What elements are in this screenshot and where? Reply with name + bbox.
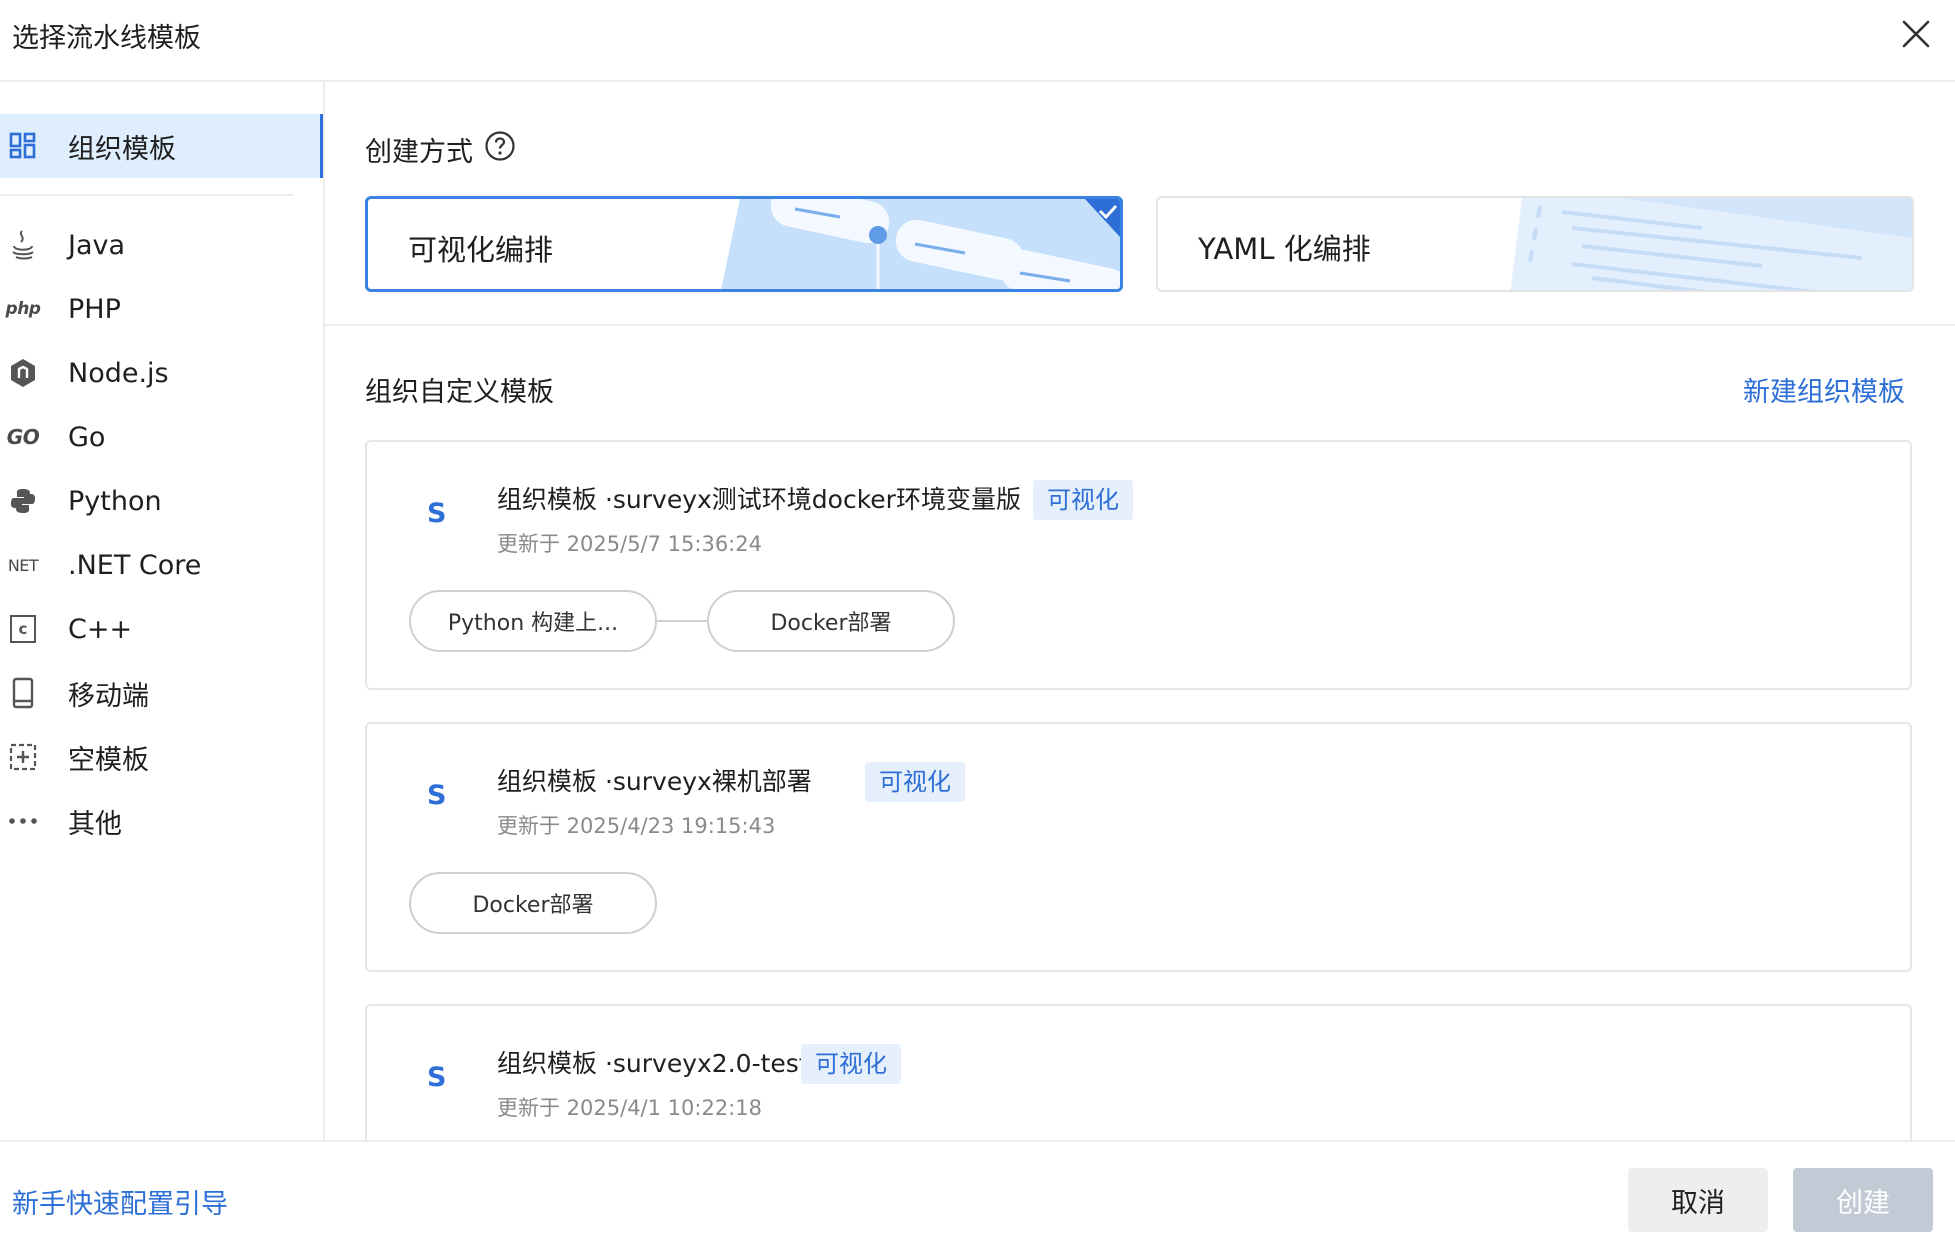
sidebar-item-cpp[interactable]: c C++ [0, 597, 323, 661]
template-name: 组织模板 ·surveyx裸机部署 [497, 767, 812, 796]
template-card[interactable]: S 组织模板 ·surveyx2.0-test 可视化 更新于 2025/4/1… [365, 1004, 1912, 1140]
close-icon[interactable] [1898, 16, 1934, 52]
sidebar-item-label: Node.js [68, 357, 169, 389]
grid-icon [6, 129, 40, 163]
creation-method-label: 创建方式 [365, 137, 473, 168]
sidebar-item-org-template[interactable]: 组织模板 [0, 114, 323, 178]
main-content: 创建方式 可视化编排 YAML 化编排 组织自定义模板 新建组织模板 S 组织模… [325, 82, 1955, 1140]
custom-templates-label: 组织自定义模板 [365, 377, 554, 408]
sidebar-item-nodejs[interactable]: Node.js [0, 341, 323, 405]
sidebar-item-empty-template[interactable]: 空模板 [0, 725, 323, 789]
template-logo: S [427, 498, 447, 529]
java-icon [6, 228, 40, 262]
new-org-template-link[interactable]: 新建组织模板 [1743, 370, 1905, 409]
pipeline-stage: Python 构建上... [409, 590, 657, 652]
dialog-header: 选择流水线模板 [0, 0, 1955, 82]
cpp-icon: c [6, 612, 40, 646]
dialog-title: 选择流水线模板 [12, 23, 201, 54]
python-icon [6, 484, 40, 518]
sidebar-item-mobile[interactable]: 移动端 [0, 661, 323, 725]
sidebar-item-label: PHP [68, 293, 121, 325]
sidebar-item-label: 组织模板 [68, 133, 176, 165]
go-icon: GO [6, 425, 40, 449]
php-icon: php [5, 299, 41, 319]
template-card[interactable]: S 组织模板 ·surveyx裸机部署 可视化 更新于 2025/4/23 19… [365, 722, 1912, 972]
visual-mode-label: 可视化编排 [408, 233, 554, 267]
pipeline-stage: Docker部署 [707, 590, 955, 652]
more-icon [6, 804, 40, 838]
visual-mode-illustration [721, 199, 1120, 289]
sidebar: 组织模板 Java php PHP Node.js GO Go Python N… [0, 82, 325, 1140]
template-logo: S [427, 780, 447, 811]
sidebar-item-go[interactable]: GO Go [0, 405, 323, 469]
empty-template-icon [6, 740, 40, 774]
yaml-mode-card[interactable]: YAML 化编排 [1156, 196, 1914, 292]
visual-tag: 可视化 [801, 1044, 901, 1084]
template-updated-time: 更新于 2025/4/23 19:15:43 [497, 814, 776, 838]
visual-mode-card[interactable]: 可视化编排 [365, 196, 1123, 292]
section-divider [325, 324, 1955, 326]
sidebar-item-label: .NET Core [68, 549, 202, 581]
yaml-mode-illustration [1510, 198, 1912, 290]
dialog-footer: 新手快速配置引导 取消 创建 [0, 1140, 1955, 1245]
visual-tag: 可视化 [1033, 480, 1133, 520]
cancel-button[interactable]: 取消 [1628, 1168, 1768, 1232]
sidebar-item-other[interactable]: 其他 [0, 789, 323, 853]
sidebar-item-label: 空模板 [68, 744, 149, 776]
template-name: 组织模板 ·surveyx2.0-test [497, 1049, 809, 1078]
sidebar-item-label: Go [68, 421, 106, 453]
sidebar-item-label: C++ [68, 613, 133, 645]
sidebar-item-label: Java [68, 229, 126, 261]
quick-start-guide-link[interactable]: 新手快速配置引导 [12, 1182, 228, 1221]
visual-tag: 可视化 [865, 762, 965, 802]
sidebar-item-label: 其他 [68, 808, 122, 840]
sidebar-item-python[interactable]: Python [0, 469, 323, 533]
pipeline-stage: Docker部署 [409, 872, 657, 934]
nodejs-icon [6, 356, 40, 390]
dotnet-icon: NET [7, 555, 39, 575]
sidebar-item-label: Python [68, 485, 162, 517]
template-card[interactable]: S 组织模板 ·surveyx测试环境docker环境变量版 可视化 更新于 2… [365, 440, 1912, 690]
yaml-mode-label: YAML 化编排 [1198, 232, 1371, 266]
stage-connector [657, 620, 707, 622]
sidebar-item-java[interactable]: Java [0, 213, 323, 277]
template-name: 组织模板 ·surveyx测试环境docker环境变量版 [497, 485, 1021, 514]
cpp-icon-letter: c [10, 615, 36, 643]
sidebar-item-dotnet[interactable]: NET .NET Core [0, 533, 323, 597]
template-logo: S [427, 1062, 447, 1093]
sidebar-item-label: 移动端 [68, 680, 149, 712]
template-updated-time: 更新于 2025/5/7 15:36:24 [497, 532, 762, 556]
help-icon[interactable] [484, 130, 516, 162]
create-button[interactable]: 创建 [1793, 1168, 1933, 1232]
sidebar-divider [0, 194, 293, 196]
sidebar-item-php[interactable]: php PHP [0, 277, 323, 341]
template-updated-time: 更新于 2025/4/1 10:22:18 [497, 1096, 762, 1120]
mobile-icon [6, 676, 40, 710]
